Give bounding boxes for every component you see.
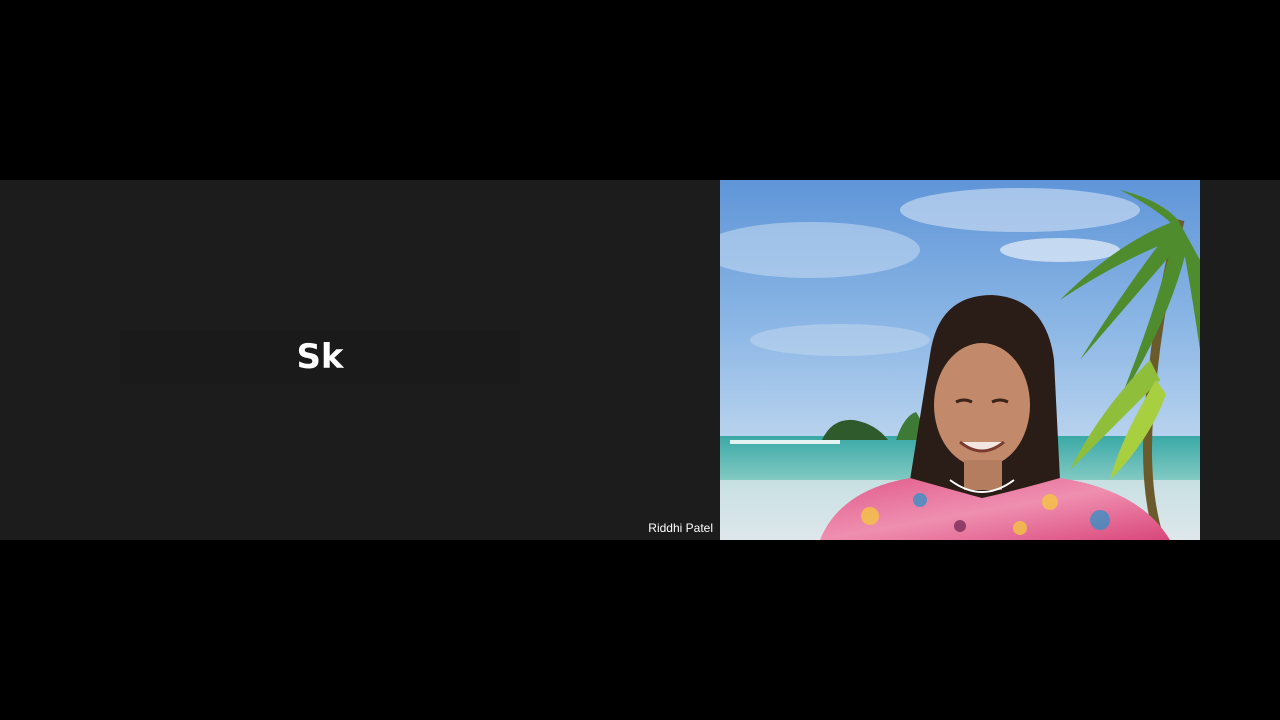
cloud bbox=[750, 324, 930, 356]
participant-name-label: Riddhi Patel bbox=[648, 521, 713, 535]
wave bbox=[730, 440, 840, 444]
person-neck bbox=[964, 460, 1002, 490]
cloud bbox=[1000, 238, 1120, 262]
avatar-placeholder: Sk bbox=[120, 330, 520, 384]
participant-tile-video[interactable] bbox=[720, 180, 1200, 540]
cloud bbox=[900, 188, 1140, 232]
gallery-view: Sk Riddhi Patel bbox=[0, 180, 1280, 540]
video-feed bbox=[720, 180, 1200, 540]
avatar-initials: Sk bbox=[296, 337, 344, 377]
gallery-padding bbox=[1200, 180, 1280, 540]
participant-tile-avatar[interactable]: Sk Riddhi Patel bbox=[0, 180, 720, 540]
meeting-window: Sk Riddhi Patel bbox=[0, 0, 1280, 720]
